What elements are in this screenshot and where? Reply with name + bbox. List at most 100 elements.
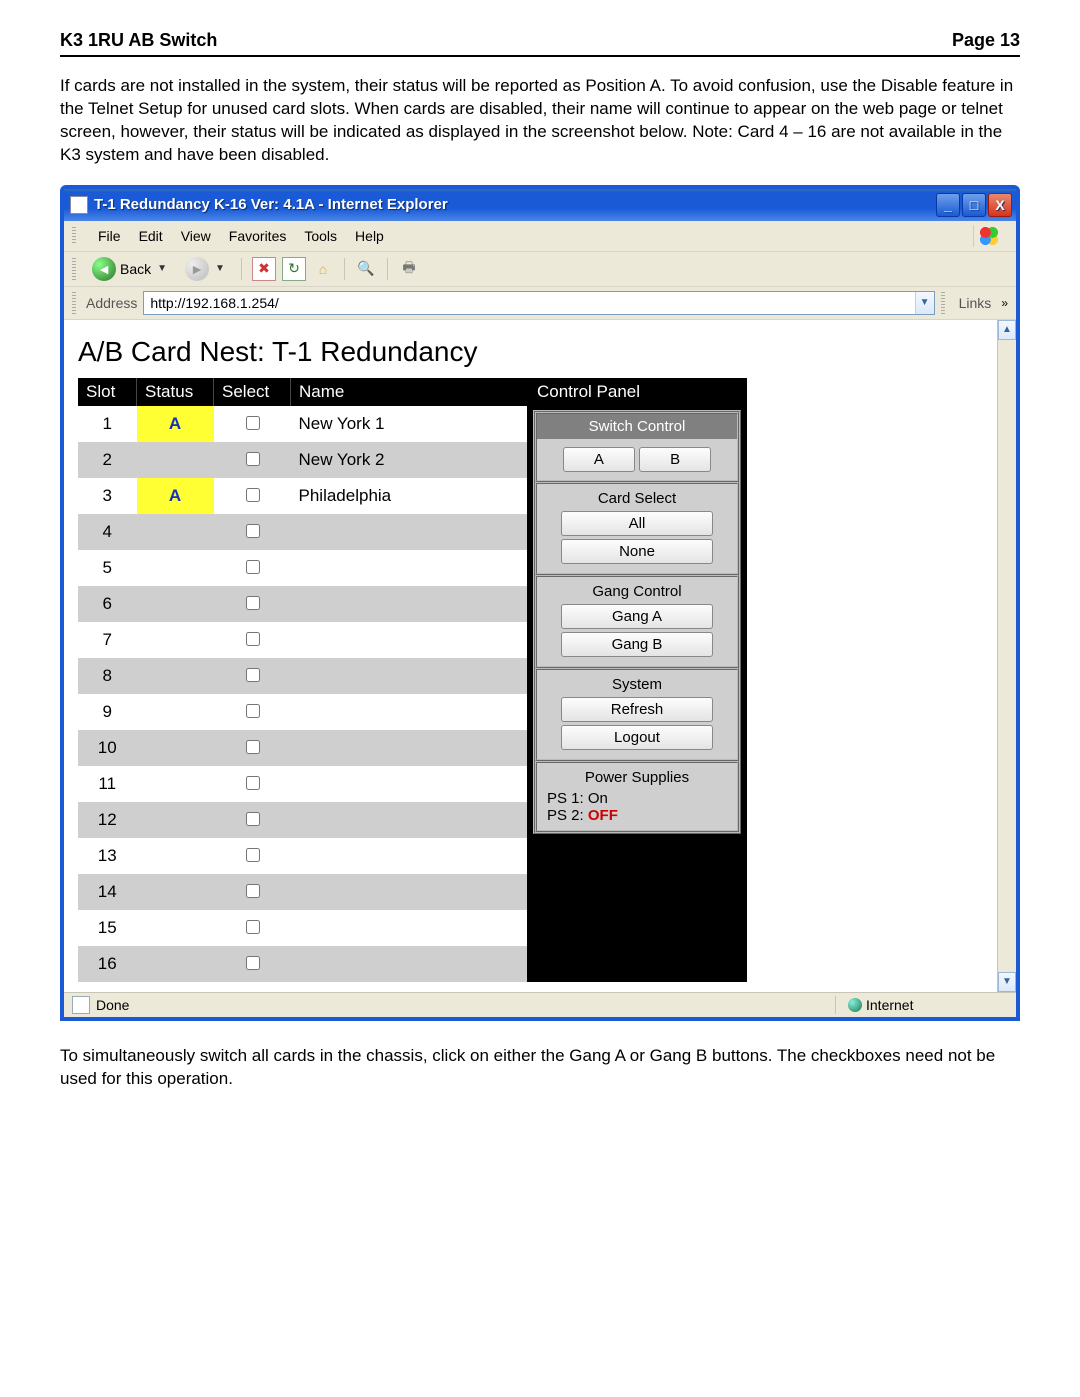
menubar-grip[interactable] <box>72 227 76 245</box>
menu-view[interactable]: View <box>181 228 211 244</box>
status-zone[interactable]: Internet <box>848 997 1008 1013</box>
table-row: 7 <box>78 622 527 658</box>
select-checkbox[interactable] <box>246 740 260 754</box>
select-cell <box>214 730 291 766</box>
search-icon[interactable]: 🔍 <box>355 258 377 280</box>
address-field[interactable]: ▼ <box>143 291 934 315</box>
table-row: 1ANew York 1 <box>78 406 527 442</box>
vertical-scrollbar[interactable]: ▲ ▼ <box>997 320 1016 992</box>
status-cell <box>137 658 214 694</box>
slot-cell: 10 <box>78 730 137 766</box>
select-checkbox[interactable] <box>246 632 260 646</box>
back-button[interactable]: ◄ Back ▼ <box>86 256 173 282</box>
gang-b-button[interactable]: Gang B <box>561 632 713 657</box>
switch-b-button[interactable]: B <box>639 447 711 472</box>
select-checkbox[interactable] <box>246 452 260 466</box>
forward-dropdown-icon[interactable]: ▼ <box>215 263 225 274</box>
minimize-button[interactable]: _ <box>936 193 960 217</box>
select-checkbox[interactable] <box>246 884 260 898</box>
status-page-icon <box>72 996 90 1014</box>
window-titlebar[interactable]: T-1 Redundancy K-16 Ver: 4.1A - Internet… <box>64 189 1016 221</box>
select-checkbox[interactable] <box>246 920 260 934</box>
select-cell <box>214 766 291 802</box>
select-none-button[interactable]: None <box>561 539 713 564</box>
select-cell <box>214 838 291 874</box>
select-all-button[interactable]: All <box>561 511 713 536</box>
table-row: 12 <box>78 802 527 838</box>
toolbar-separator <box>344 258 345 280</box>
table-row: 2New York 2 <box>78 442 527 478</box>
intro-paragraph: If cards are not installed in the system… <box>60 75 1020 167</box>
select-checkbox[interactable] <box>246 668 260 682</box>
slot-cell: 3 <box>78 478 137 514</box>
refresh-button[interactable]: Refresh <box>561 697 713 722</box>
select-checkbox[interactable] <box>246 560 260 574</box>
address-label: Address <box>86 295 137 311</box>
select-checkbox[interactable] <box>246 524 260 538</box>
links-label[interactable]: Links <box>955 295 996 311</box>
slot-cell: 7 <box>78 622 137 658</box>
select-checkbox[interactable] <box>246 956 260 970</box>
address-dropdown-icon[interactable]: ▼ <box>915 292 934 314</box>
name-cell <box>291 658 528 694</box>
links-chevron-icon[interactable]: » <box>1001 296 1008 310</box>
name-cell <box>291 838 528 874</box>
switch-a-button[interactable]: A <box>563 447 635 472</box>
scroll-down-icon[interactable]: ▼ <box>998 972 1016 992</box>
back-dropdown-icon[interactable]: ▼ <box>157 263 167 274</box>
print-icon[interactable]: 🖶 <box>398 258 420 280</box>
status-cell <box>137 802 214 838</box>
forward-button[interactable]: ► ▼ <box>179 256 231 282</box>
address-grip[interactable] <box>72 292 76 314</box>
slot-cell: 15 <box>78 910 137 946</box>
col-status-header: Status <box>137 378 214 406</box>
select-checkbox[interactable] <box>246 488 260 502</box>
select-checkbox[interactable] <box>246 776 260 790</box>
select-checkbox[interactable] <box>246 416 260 430</box>
select-checkbox[interactable] <box>246 704 260 718</box>
card-select-group: Card Select All None <box>535 482 739 575</box>
name-cell <box>291 586 528 622</box>
slot-cell: 16 <box>78 946 137 982</box>
name-cell: Philadelphia <box>291 478 528 514</box>
address-input[interactable] <box>144 292 914 314</box>
stop-icon[interactable]: ✖ <box>252 257 276 281</box>
home-icon[interactable]: ⌂ <box>312 258 334 280</box>
ie-page-icon <box>70 196 88 214</box>
select-cell <box>214 586 291 622</box>
select-checkbox[interactable] <box>246 596 260 610</box>
menu-file[interactable]: File <box>98 228 121 244</box>
logout-button[interactable]: Logout <box>561 725 713 750</box>
select-checkbox[interactable] <box>246 812 260 826</box>
slot-cell: 8 <box>78 658 137 694</box>
links-grip[interactable] <box>941 292 945 314</box>
power-supplies-group: Power Supplies PS 1: On PS 2: OFF <box>535 761 739 832</box>
slot-cell: 1 <box>78 406 137 442</box>
gang-a-button[interactable]: Gang A <box>561 604 713 629</box>
table-row: 5 <box>78 550 527 586</box>
toolbar-grip[interactable] <box>72 258 76 280</box>
status-zone-label: Internet <box>866 997 913 1013</box>
ps2-status: PS 2: OFF <box>547 807 727 824</box>
name-cell <box>291 766 528 802</box>
name-cell <box>291 694 528 730</box>
refresh-icon[interactable]: ↻ <box>282 257 306 281</box>
maximize-button[interactable]: □ <box>962 193 986 217</box>
menu-edit[interactable]: Edit <box>139 228 163 244</box>
menu-tools[interactable]: Tools <box>304 228 337 244</box>
select-checkbox[interactable] <box>246 848 260 862</box>
name-cell <box>291 802 528 838</box>
close-button[interactable]: X <box>988 193 1012 217</box>
status-cell <box>137 622 214 658</box>
back-arrow-icon: ◄ <box>92 257 116 281</box>
menu-help[interactable]: Help <box>355 228 384 244</box>
menu-favorites[interactable]: Favorites <box>229 228 287 244</box>
switch-control-group: Switch Control A B <box>535 412 739 482</box>
table-row: 11 <box>78 766 527 802</box>
select-cell <box>214 406 291 442</box>
select-cell <box>214 946 291 982</box>
doc-title: K3 1RU AB Switch <box>60 30 217 51</box>
gang-control-title: Gang Control <box>545 583 729 600</box>
table-row: 4 <box>78 514 527 550</box>
scroll-up-icon[interactable]: ▲ <box>998 320 1016 340</box>
